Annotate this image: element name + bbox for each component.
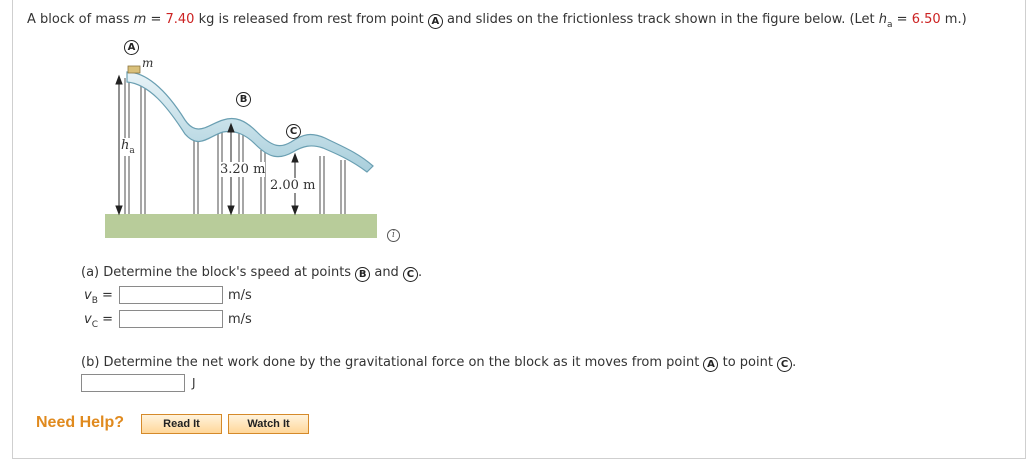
part-b-end: . <box>792 355 797 370</box>
height-value: 6.50 <box>911 12 941 27</box>
point-a-marker: A <box>427 14 443 29</box>
part-a-point-c: C <box>402 267 418 282</box>
track <box>126 71 374 173</box>
vb-unit: m/s <box>228 288 252 303</box>
figure-height-c: 2.00 m <box>270 178 316 193</box>
equals-sign: = <box>146 12 166 27</box>
block <box>127 65 141 74</box>
part-a-end: . <box>417 265 423 280</box>
part-b-point-a: A <box>703 357 719 372</box>
part-a-and: and <box>370 265 403 280</box>
mass-unit: kg is released from rest from point <box>194 12 428 27</box>
vb-input[interactable] <box>119 286 223 304</box>
vc-input[interactable] <box>119 310 223 328</box>
vc-unit: m/s <box>228 312 252 327</box>
vc-eq: = <box>98 312 114 327</box>
part-b-point-c: C <box>777 357 793 372</box>
watch-it-button[interactable]: Watch It <box>228 414 309 434</box>
problem-text-2: and slides on the frictionless track sho… <box>442 12 879 27</box>
figure-ha-label: ha <box>121 138 135 156</box>
vc-label: vC = <box>84 312 113 330</box>
vb-var: v <box>84 288 92 303</box>
figure-mass-label: m <box>142 56 154 70</box>
figure-point-c: C <box>286 124 301 139</box>
need-help-label: Need Help? <box>36 414 125 431</box>
height-unit: m.) <box>940 12 967 27</box>
part-a-prompt: (a) Determine the block's speed at point… <box>81 265 422 282</box>
part-b-text: (b) Determine the net work done by the g… <box>81 355 704 370</box>
work-input[interactable] <box>81 374 185 392</box>
figure-ha-sub: a <box>129 146 135 156</box>
work-unit: J <box>192 376 196 390</box>
info-icon[interactable]: i <box>387 229 400 242</box>
height-variable: h <box>878 12 888 27</box>
vb-label: vB = <box>84 288 113 306</box>
part-a-point-b: B <box>355 267 371 282</box>
mass-variable: m <box>133 12 147 27</box>
vc-var: v <box>84 312 92 327</box>
part-a-text: (a) Determine the block's speed at point… <box>81 265 356 280</box>
part-b-prompt: (b) Determine the net work done by the g… <box>81 355 796 372</box>
equals-sign-2: = <box>892 12 912 27</box>
figure-point-b: B <box>236 92 251 107</box>
figure-height-b: 3.20 m <box>220 162 266 177</box>
vb-eq: = <box>97 288 113 303</box>
figure-point-a: A <box>124 40 139 55</box>
mass-value: 7.40 <box>165 12 195 27</box>
read-it-button[interactable]: Read It <box>141 414 222 434</box>
problem-text-1: A block of mass <box>27 12 130 27</box>
part-b-to: to point <box>718 355 778 370</box>
problem-statement: A block of mass m = 7.40 kg is released … <box>27 12 967 30</box>
ground <box>105 214 377 238</box>
